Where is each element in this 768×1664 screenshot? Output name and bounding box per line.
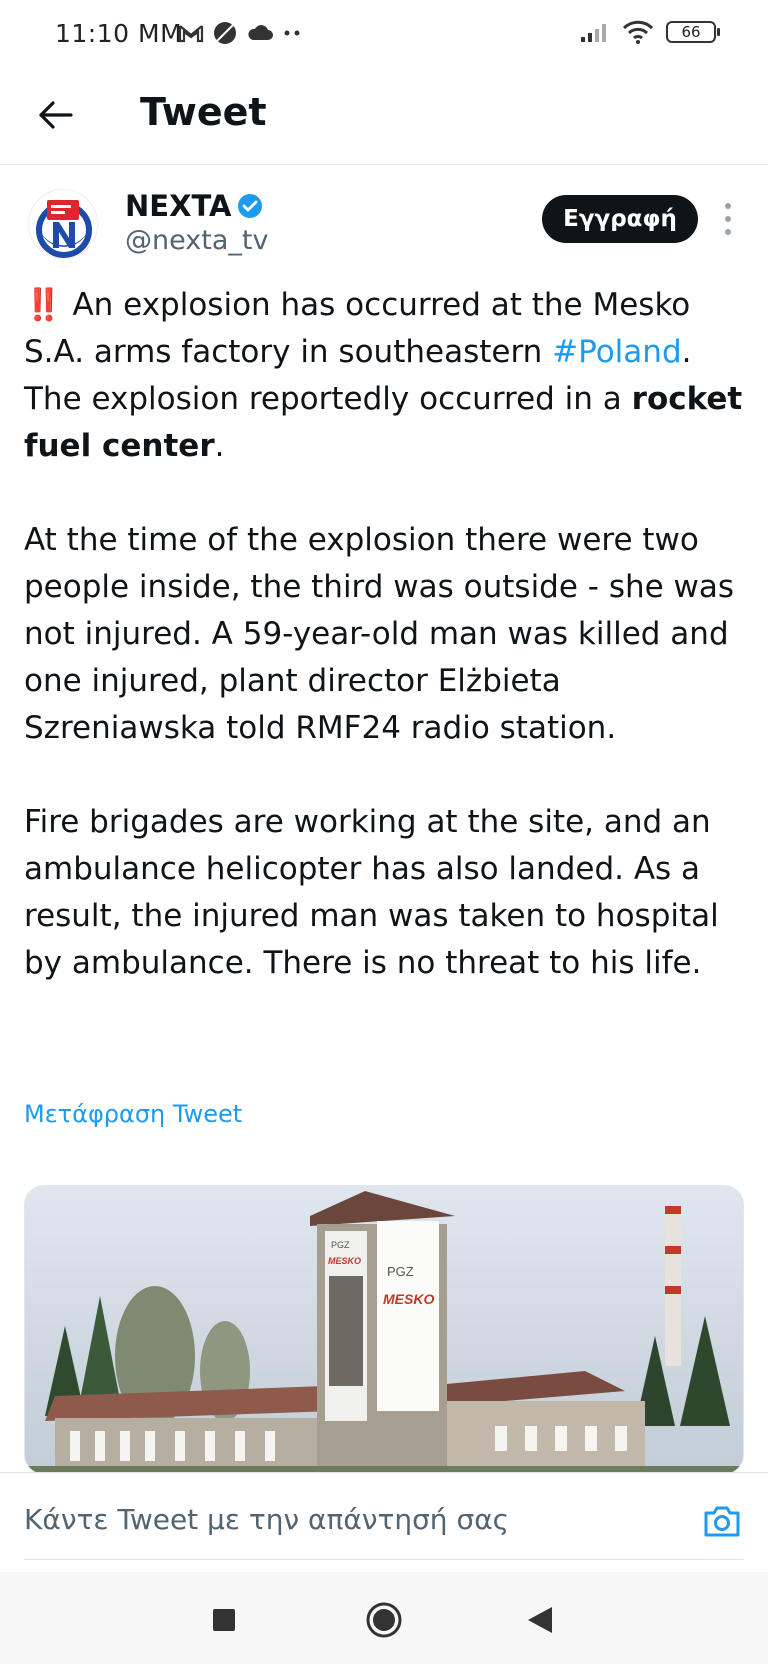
camera-button[interactable] — [702, 1501, 742, 1541]
tweet-text-segment: . — [214, 428, 225, 464]
nexta-logo-icon — [31, 192, 97, 258]
app-header: Tweet — [0, 70, 768, 165]
status-bar: 11:10 MM 66 — [0, 0, 768, 70]
triangle-back-icon — [528, 1607, 552, 1633]
tweet-author: NEXTA @nexta_tv Εγγραφή — [0, 185, 768, 265]
system-icons: 66 — [580, 20, 720, 44]
double-exclamation-emoji: ‼️ — [24, 287, 63, 323]
more-dot — [725, 203, 731, 209]
more-options-button[interactable] — [716, 199, 740, 239]
reply-bar: Κάντε Tweet με την απάντησή σας — [0, 1472, 768, 1572]
system-nav-bar — [0, 1572, 768, 1664]
banner-brand-pgz: PGZ — [387, 1264, 414, 1279]
tweet-paragraph-2: At the time of the explosion there were … — [24, 522, 735, 746]
recents-button[interactable] — [204, 1600, 244, 1640]
notification-icons — [178, 20, 302, 46]
banner-brand-mesko-small: MESKO — [328, 1256, 361, 1266]
back-nav-button[interactable] — [520, 1600, 560, 1640]
more-dot — [725, 216, 731, 222]
tweet-text: ‼️ An explosion has occurred at the Mesk… — [24, 282, 744, 987]
tweet-media-image[interactable]: PGZ MESKO PGZ MESKO — [24, 1185, 744, 1475]
camera-icon — [704, 1506, 740, 1537]
wifi-icon — [622, 20, 654, 44]
home-button[interactable] — [364, 1600, 404, 1640]
battery-icon: 66 — [666, 21, 720, 43]
tweet-paragraph-1: ‼️ An explosion has occurred at the Mesk… — [24, 282, 744, 470]
tweet-paragraph-3: Fire brigades are working at the site, a… — [24, 804, 719, 981]
more-dots-icon — [284, 30, 300, 36]
home-circle-icon — [366, 1602, 402, 1638]
more-dot — [725, 229, 731, 235]
hashtag-link[interactable]: #Poland — [552, 334, 681, 370]
reply-underline — [24, 1559, 744, 1560]
translate-tweet-link[interactable]: Μετάφραση Tweet — [24, 1100, 242, 1128]
gmail-icon — [178, 25, 204, 43]
arrow-left-icon — [39, 101, 73, 129]
author-name[interactable]: NEXTA — [125, 189, 263, 223]
banner-brand-mesko: MESKO — [383, 1291, 434, 1307]
page-title: Tweet — [140, 90, 267, 134]
cloud-icon — [248, 25, 273, 40]
factory-photo: PGZ MESKO PGZ MESKO — [25, 1186, 743, 1474]
banner-brand-pgz-small: PGZ — [331, 1240, 350, 1250]
verified-badge-icon — [238, 194, 263, 218]
subscribe-button[interactable]: Εγγραφή — [542, 195, 698, 243]
status-time: 11:10 MM — [55, 19, 183, 48]
back-button[interactable] — [30, 90, 80, 140]
reply-input[interactable]: Κάντε Tweet με την απάντησή σας — [24, 1503, 509, 1536]
author-handle[interactable]: @nexta_tv — [125, 225, 268, 256]
signal-icon — [581, 24, 606, 42]
square-icon — [213, 1609, 235, 1631]
avatar[interactable] — [28, 189, 98, 259]
do-not-disturb-icon — [214, 22, 236, 44]
author-name-text: NEXTA — [125, 189, 232, 223]
